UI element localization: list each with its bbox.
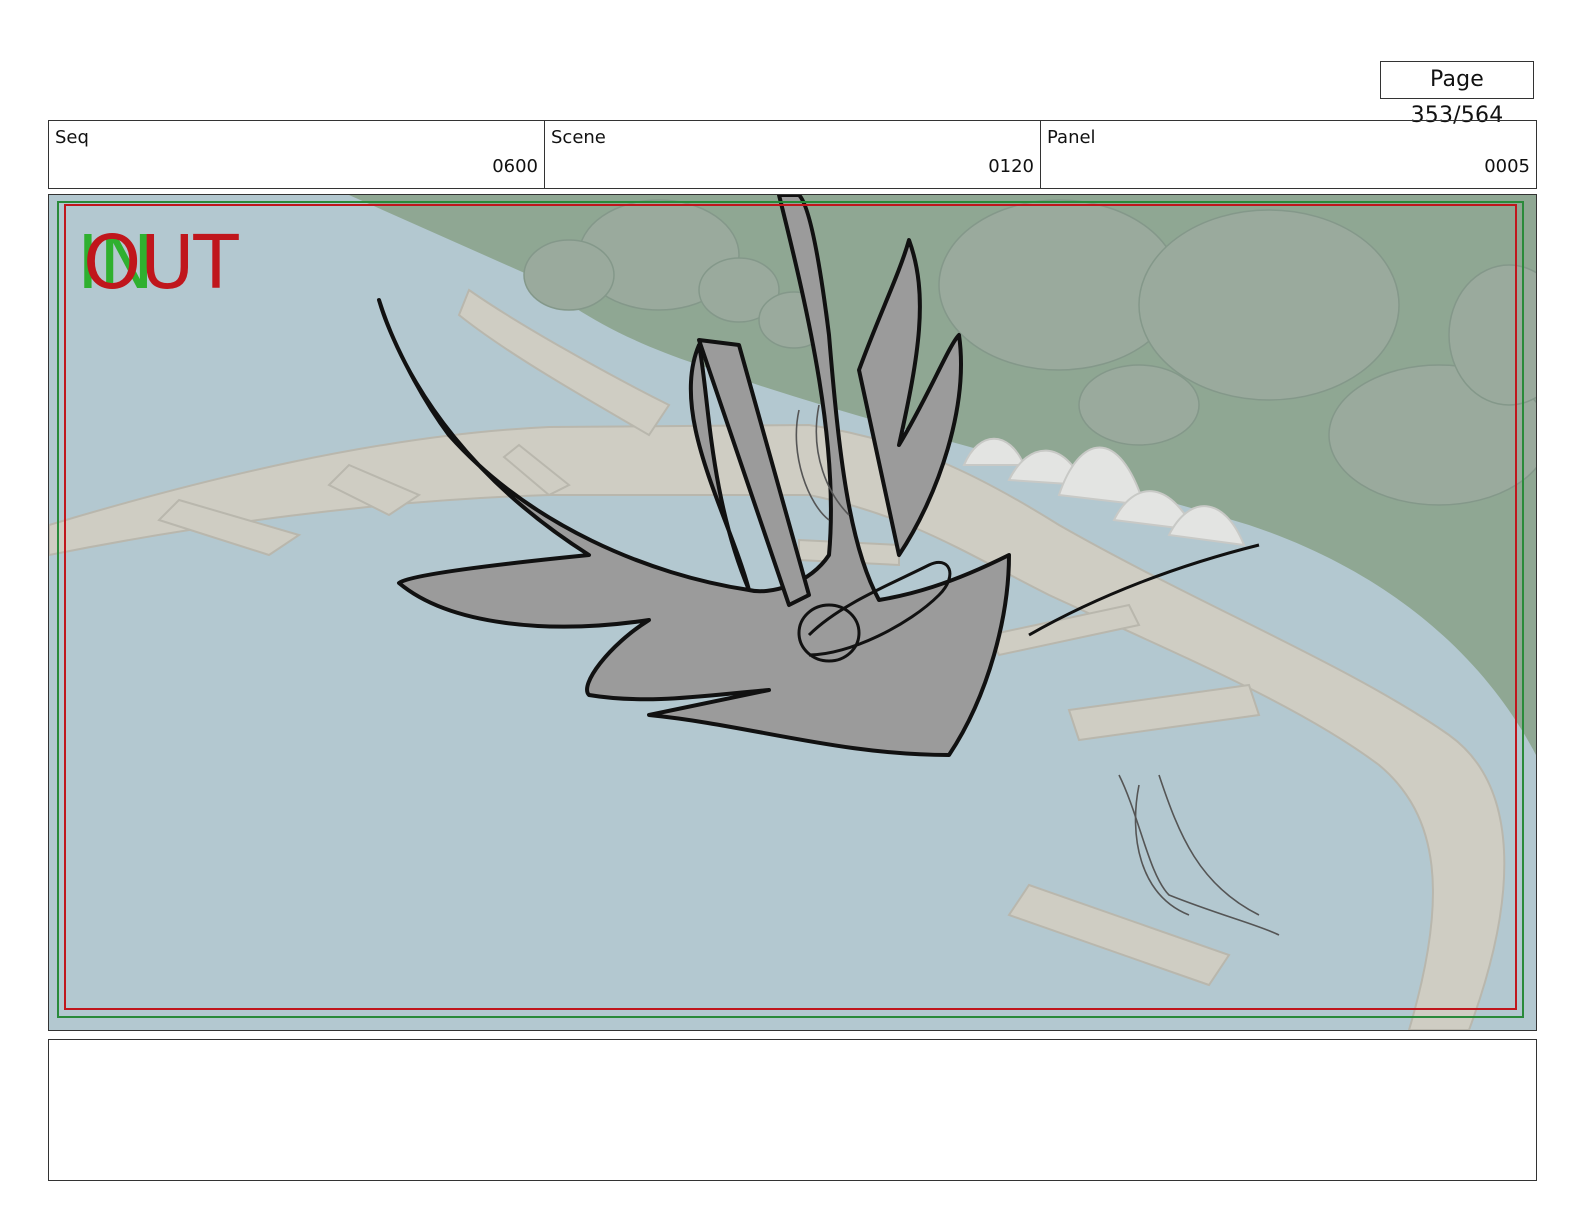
panel-header: Seq 0600 Scene 0120 Panel 0005 bbox=[48, 120, 1537, 189]
panel-label: Panel bbox=[1047, 127, 1096, 148]
frame-artwork bbox=[49, 195, 1536, 1030]
panel-cell: Panel 0005 bbox=[1041, 121, 1536, 188]
page-number: Page 353/564 bbox=[1380, 61, 1534, 128]
seq-cell: Seq 0600 bbox=[49, 121, 545, 188]
panel-value: 0005 bbox=[1484, 156, 1530, 177]
seq-label: Seq bbox=[55, 127, 89, 148]
seq-value: 0600 bbox=[492, 156, 538, 177]
notes-box bbox=[48, 1039, 1537, 1181]
out-marker: OUT bbox=[83, 220, 239, 306]
scene-label: Scene bbox=[551, 127, 606, 148]
storyboard-frame: IN OUT bbox=[48, 194, 1537, 1031]
scene-cell: Scene 0120 bbox=[545, 121, 1041, 188]
scene-value: 0120 bbox=[988, 156, 1034, 177]
in-out-marker: IN OUT bbox=[77, 223, 297, 303]
